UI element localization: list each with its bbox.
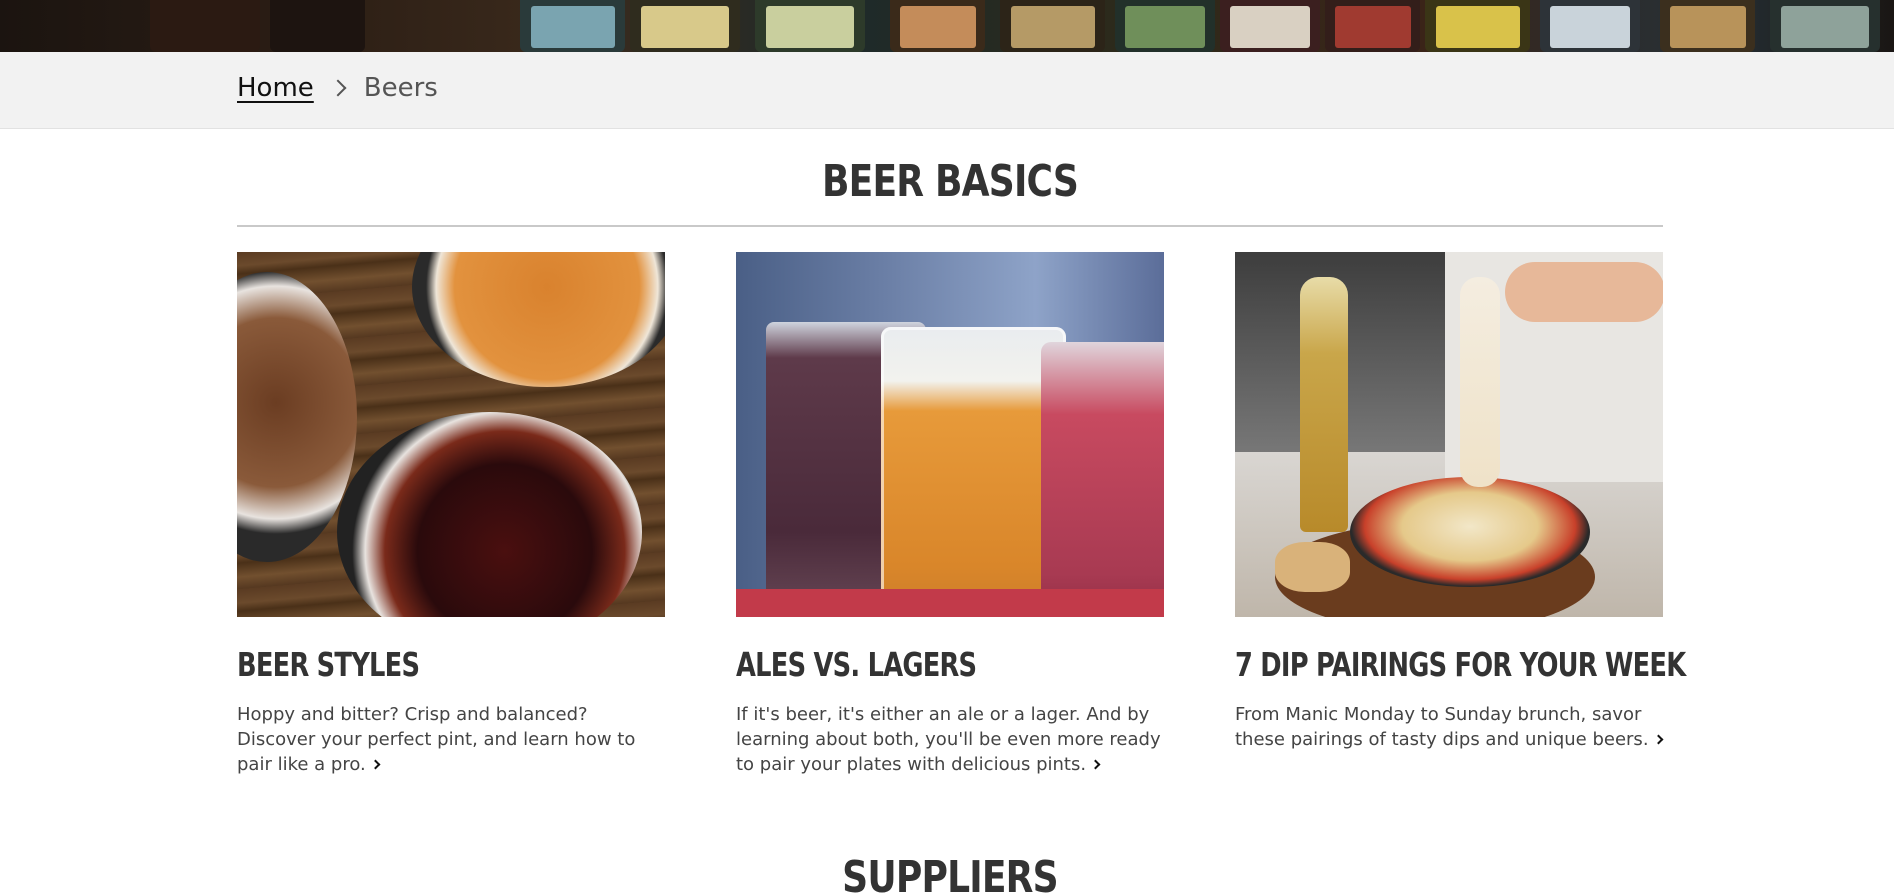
breadcrumb: Home Beers	[237, 73, 438, 103]
card-image-dip-pairings[interactable]	[1235, 252, 1663, 617]
card-description: Hoppy and bitter? Crisp and balanced? Di…	[237, 702, 665, 777]
bottle-shape	[890, 0, 985, 52]
table-surface	[736, 589, 1164, 617]
breadcrumb-bar: Home Beers	[0, 52, 1894, 129]
bottle-shape	[150, 0, 260, 52]
chevron-right-icon[interactable]	[1653, 734, 1663, 745]
hand-shape	[1505, 262, 1663, 322]
card-title[interactable]: 7 DIP PAIRINGS FOR YOUR WEEK	[1235, 645, 1686, 684]
bottle-shape	[1770, 0, 1880, 52]
section-title-beer-basics: BEER BASICS	[821, 156, 1079, 207]
beer-glass-shape	[412, 252, 665, 387]
bottle-shape	[520, 0, 625, 52]
bread-shape	[1275, 542, 1350, 592]
amber-beer-glass	[881, 327, 1066, 617]
chevron-right-icon[interactable]	[1090, 759, 1101, 770]
bottle-shape	[1540, 0, 1640, 52]
card-beer-styles[interactable]: BEER STYLES Hoppy and bitter? Crisp and …	[237, 252, 665, 777]
bottle-shape	[270, 0, 365, 52]
chevron-right-icon[interactable]	[370, 759, 381, 770]
chevron-right-icon	[329, 79, 347, 97]
beer-bottle-shape	[1300, 277, 1348, 532]
card-dip-pairings[interactable]: 7 DIP PAIRINGS FOR YOUR WEEK From Manic …	[1235, 252, 1686, 752]
pizza-dip-skillet	[1350, 477, 1590, 587]
bottle-shape	[1325, 0, 1420, 52]
card-image-beer-styles[interactable]	[237, 252, 665, 617]
card-description-text: From Manic Monday to Sunday brunch, savo…	[1235, 704, 1649, 750]
bottle-shape	[630, 0, 740, 52]
bottle-shape	[1000, 0, 1105, 52]
bottle-shape	[1115, 0, 1215, 52]
bottle-shape	[1660, 0, 1755, 52]
bottle-shape	[755, 0, 865, 52]
section-divider	[237, 225, 1663, 227]
card-description-text: Hoppy and bitter? Crisp and balanced? Di…	[237, 704, 636, 775]
breadcrumb-current: Beers	[363, 73, 438, 103]
card-description: From Manic Monday to Sunday brunch, savo…	[1235, 702, 1663, 752]
hero-banner-image	[0, 0, 1894, 52]
card-image-ales-vs-lagers[interactable]	[736, 252, 1164, 617]
card-title[interactable]: ALES VS. LAGERS	[736, 645, 1157, 684]
red-beer-glass	[1041, 342, 1164, 617]
cheese-pull-shape	[1460, 277, 1500, 487]
bottle-shape	[1220, 0, 1320, 52]
breadcrumb-home-link[interactable]: Home	[237, 73, 314, 103]
bottle-shape	[1425, 0, 1530, 52]
card-description: If it's beer, it's either an ale or a la…	[736, 702, 1164, 777]
beer-glass-shape	[337, 412, 642, 617]
section-title-suppliers: SUPPLIERS	[842, 852, 1058, 896]
card-title[interactable]: BEER STYLES	[237, 645, 658, 684]
card-ales-vs-lagers[interactable]: ALES VS. LAGERS If it's beer, it's eithe…	[736, 252, 1164, 777]
